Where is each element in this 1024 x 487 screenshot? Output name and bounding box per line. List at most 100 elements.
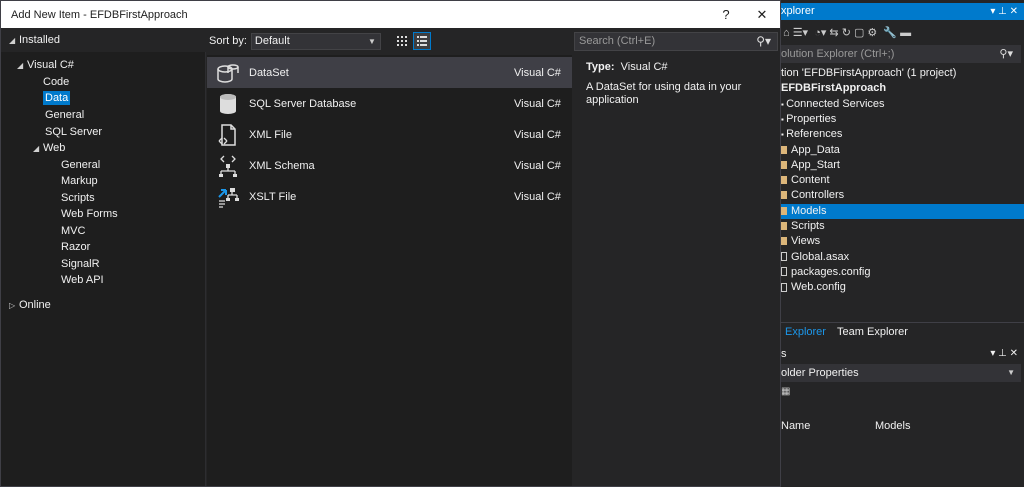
- folder-icon: [781, 222, 787, 231]
- tree-item-web-razor[interactable]: Razor: [61, 239, 90, 256]
- solution-tree-item[interactable]: Global.asax: [781, 250, 1024, 265]
- tree-item-label: Data: [43, 91, 71, 105]
- tab-team-explorer[interactable]: Team Explorer: [833, 323, 912, 341]
- search-icon[interactable]: ⚲▾: [999, 45, 1013, 63]
- property-value[interactable]: Models: [875, 418, 910, 434]
- solution-tree-item[interactable]: packages.config: [781, 265, 1024, 280]
- tree-item-label: SQL Server: [45, 126, 103, 138]
- solution-explorer-panel: xplorer ▾ ⊥ ✕ ⌂ ☰▾ ◔▾ ⇆ ↻ ▢ ⚙ 🔧 ▬ olutio…: [781, 0, 1024, 487]
- tree-item-label: Online: [19, 299, 51, 311]
- properties-title: s: [781, 348, 787, 360]
- solution-tree-item[interactable]: ▪ Connected Services: [781, 97, 1024, 112]
- tab-solution-explorer[interactable]: Explorer: [781, 323, 830, 341]
- template-name: XML Schema: [249, 159, 315, 172]
- panel-controls[interactable]: ▾ ⊥ ✕: [990, 3, 1018, 20]
- solution-tree-item[interactable]: Models: [781, 203, 1024, 219]
- solution-tree-item[interactable]: tion 'EFDBFirstApproach' (1 project): [781, 66, 1024, 81]
- grid-view-icon: [396, 36, 407, 46]
- folder-icon: [781, 191, 787, 200]
- help-button[interactable]: ?: [708, 7, 744, 22]
- xml-schema-icon: [207, 154, 249, 178]
- solution-tree-item[interactable]: Scripts: [781, 219, 1024, 234]
- solution-tree-item[interactable]: App_Start: [781, 158, 1024, 173]
- chevron-down-icon: ▼: [367, 36, 376, 46]
- solution-explorer-search[interactable]: olution Explorer (Ctrl+;) ⚲▾: [781, 45, 1021, 63]
- solution-tree-item-label: Connected Services: [786, 97, 885, 110]
- template-info-panel: Type: Visual C# A DataSet for using data…: [574, 55, 780, 486]
- properties-header: s ▾ ⊥ ✕: [781, 346, 1024, 362]
- dialog-title: Add New Item - EFDBFirstApproach: [11, 8, 188, 21]
- expand-arrow-icon[interactable]: ◢: [33, 140, 43, 157]
- tree-item-data[interactable]: Data: [43, 90, 71, 107]
- template-language: Visual C#: [514, 159, 561, 172]
- type-value: Visual C#: [620, 61, 668, 73]
- tree-item-web-signalr[interactable]: SignalR: [61, 256, 100, 273]
- solution-tree-item[interactable]: ▪ Properties: [781, 112, 1024, 127]
- template-name: DataSet: [249, 66, 289, 79]
- solution-tree-item[interactable]: EFDBFirstApproach: [781, 81, 1024, 96]
- solution-tree-item-label: Models: [791, 204, 827, 217]
- tree-item-general[interactable]: General: [45, 107, 84, 124]
- solution-tree-item[interactable]: Content: [781, 173, 1024, 188]
- type-label: Type:: [586, 61, 615, 73]
- tree-item-code[interactable]: Code: [43, 74, 69, 91]
- expand-arrow-icon[interactable]: ◢: [9, 32, 19, 49]
- template-row-xml-file[interactable]: XML File Visual C#: [207, 119, 572, 150]
- solution-tree-item-label: App_Data: [791, 143, 840, 156]
- template-name: XML File: [249, 128, 292, 141]
- solution-tree-item[interactable]: Views: [781, 234, 1024, 249]
- tree-item-web-markup[interactable]: Markup: [61, 173, 98, 190]
- tree-item-web[interactable]: ◢ Web: [33, 140, 65, 157]
- chevron-down-icon[interactable]: ▼: [1007, 364, 1015, 382]
- properties-row: Name Models: [781, 418, 1021, 434]
- tree-item-sql-server[interactable]: SQL Server: [45, 124, 102, 141]
- solution-tree-item[interactable]: Controllers: [781, 188, 1024, 203]
- tree-item-label: Installed: [19, 34, 60, 46]
- template-row-dataset[interactable]: DataSet Visual C#: [207, 57, 572, 88]
- tree-item-label: Web: [43, 142, 66, 154]
- tree-item-web-mvc[interactable]: MVC: [61, 223, 85, 240]
- collapsed-arrow-icon[interactable]: ▷: [9, 297, 19, 314]
- solution-tree-item[interactable]: App_Data: [781, 143, 1024, 158]
- sort-value: Default: [254, 34, 290, 47]
- tree-item-web-general[interactable]: General: [61, 157, 100, 174]
- tree-item-web-scripts[interactable]: Scripts: [61, 190, 95, 207]
- grid-view-button[interactable]: [393, 32, 411, 50]
- template-row-sql-server-database[interactable]: SQL Server Database Visual C#: [207, 88, 572, 119]
- solution-explorer-tabs: Explorer Team Explorer: [781, 322, 1024, 340]
- tree-item-installed[interactable]: ◢ Installed: [9, 32, 60, 49]
- xml-file-icon: [207, 123, 249, 147]
- tree-item-online[interactable]: ▷ Online: [9, 297, 51, 314]
- solution-explorer-search-placeholder: olution Explorer (Ctrl+;): [781, 48, 895, 60]
- tree-item-label: Web Forms: [61, 208, 118, 220]
- list-view-button[interactable]: [412, 32, 431, 50]
- template-row-xslt-file[interactable]: XSLT File Visual C#: [207, 181, 572, 212]
- tree-item-label: Code: [43, 76, 70, 88]
- template-search-input[interactable]: Search (Ctrl+E) ⚲▾: [574, 32, 778, 51]
- tree-item-label: Scripts: [61, 192, 95, 204]
- solution-tree-item-label: Properties: [786, 112, 837, 125]
- tree-item-web-forms[interactable]: Web Forms: [61, 206, 118, 223]
- properties-object-select[interactable]: older Properties ▼: [781, 364, 1021, 382]
- template-language: Visual C#: [514, 128, 561, 141]
- template-row-xml-schema[interactable]: XML Schema Visual C#: [207, 150, 572, 181]
- toolbar-icons[interactable]: ⌂ ☰▾ ◔▾ ⇆ ↻ ▢ ⚙ 🔧 ▬: [783, 27, 911, 39]
- tree-item-label: SignalR: [61, 258, 100, 270]
- solution-tree-item[interactable]: Web.config: [781, 280, 1024, 295]
- expand-arrow-icon[interactable]: ◢: [17, 57, 27, 74]
- tree-item-web-api[interactable]: Web API: [61, 272, 104, 289]
- search-icon[interactable]: ⚲▾: [756, 33, 771, 50]
- template-category-tree: ◢ Installed ◢ Visual C# Code Data General …: [1, 28, 206, 486]
- template-description: A DataSet for using data in your applica…: [586, 81, 742, 106]
- tree-item-label: MVC: [61, 225, 86, 237]
- close-button[interactable]: ✕: [744, 7, 780, 23]
- properties-sort-icon[interactable]: ▦: [781, 386, 790, 397]
- solution-tree-item-label: Controllers: [791, 189, 845, 202]
- panel-controls[interactable]: ▾ ⊥ ✕: [990, 346, 1018, 362]
- sort-select[interactable]: Default ▼: [250, 32, 381, 50]
- tree-item-visual-csharp[interactable]: ◢ Visual C#: [17, 57, 74, 74]
- add-new-item-dialog: Add New Item - EFDBFirstApproach ? ✕ ◢ In…: [0, 0, 781, 487]
- solution-tree-item[interactable]: ▪ References: [781, 127, 1024, 142]
- solution-explorer-title-bar: xplorer ▾ ⊥ ✕: [781, 3, 1024, 20]
- search-placeholder: Search (Ctrl+E): [579, 35, 656, 47]
